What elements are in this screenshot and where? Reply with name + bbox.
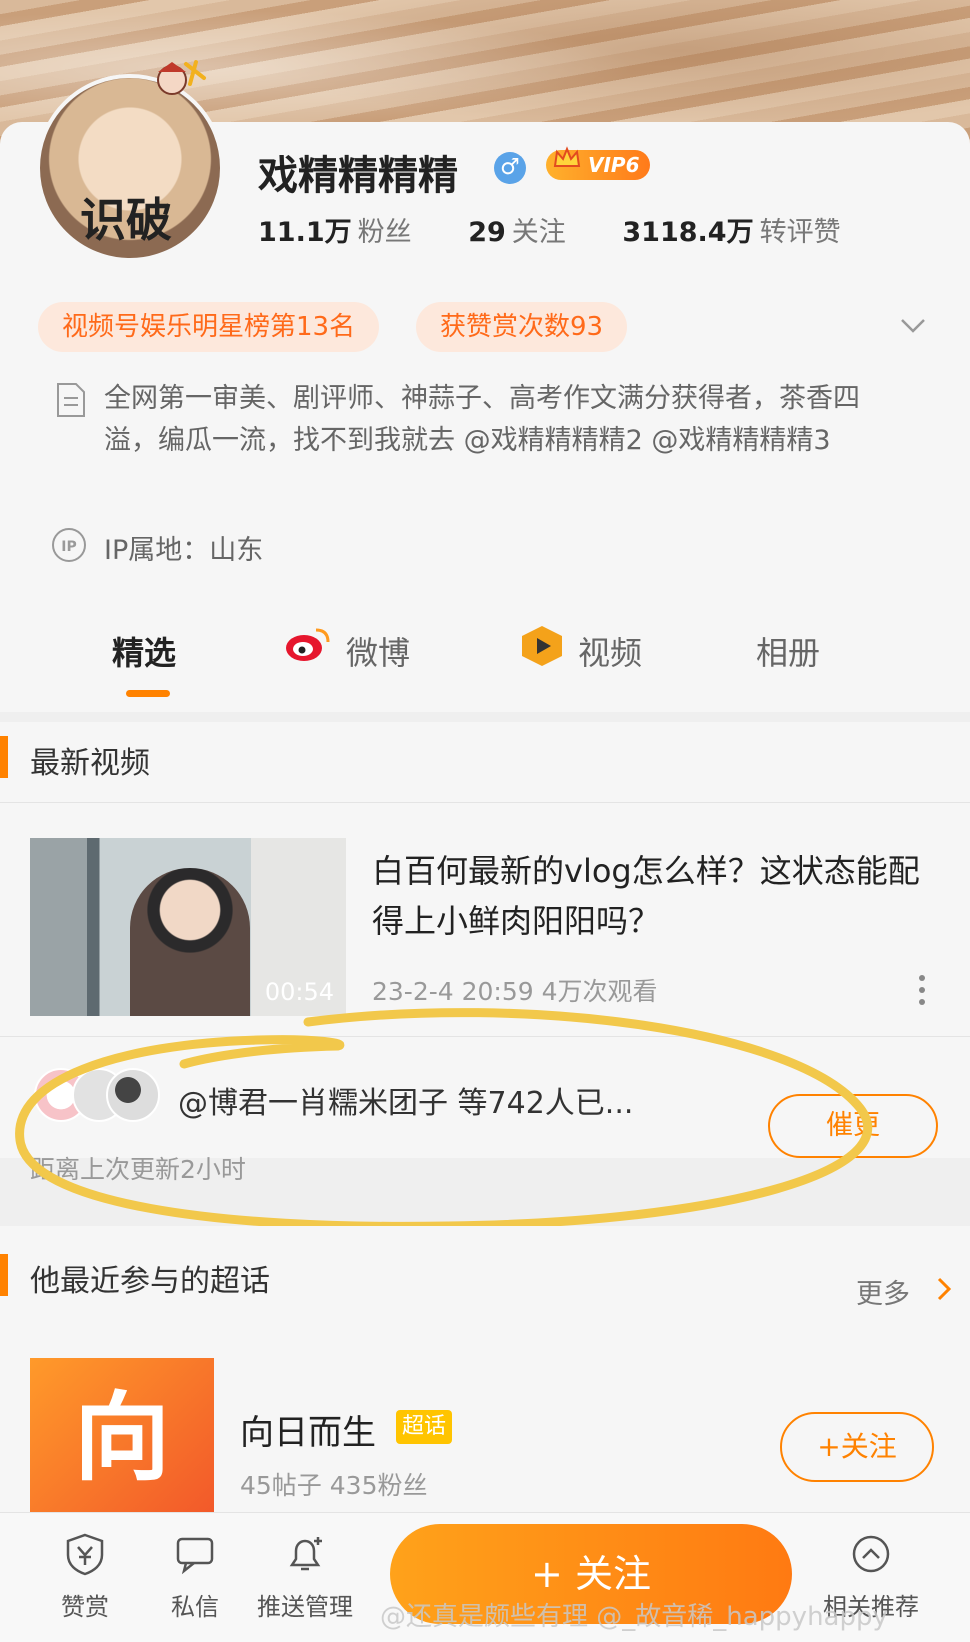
- avatar-caption: 识破: [80, 193, 172, 247]
- reward-button[interactable]: 赞赏: [30, 1531, 140, 1622]
- video-meta: 23-2-4 20:59 4万次观看: [372, 977, 658, 1006]
- stat-fans[interactable]: 11.1万 粉丝: [258, 210, 412, 249]
- section-title: 他最近参与的超话: [30, 1264, 270, 1299]
- more-options-icon[interactable]: [918, 974, 926, 1006]
- document-icon: [57, 383, 85, 417]
- stat-label: 转评赞: [759, 217, 841, 248]
- profile-bio: 全网第一审美、剧评师、神蒜子、高考作文满分获得者，茶香四溢，编瓜一流，找不到我就…: [104, 383, 860, 456]
- watermark: @还真是颇些有理 @_故音稀_happyhappy: [380, 1602, 888, 1632]
- tab-featured[interactable]: 精选: [112, 628, 176, 674]
- avatar[interactable]: 识破: [36, 74, 224, 262]
- subscriber-avatars: [34, 1068, 164, 1124]
- reward-tag[interactable]: 获赞赏次数93: [416, 302, 628, 352]
- vip-label: VIP6: [588, 153, 640, 177]
- section-accent-bar: [0, 1254, 8, 1296]
- topic-stats: 45帖子 435粉丝: [240, 1471, 428, 1500]
- profile-stats: 11.1万 粉丝 29 关注 3118.4万 转评赞: [258, 210, 889, 249]
- stat-label: 关注: [511, 217, 566, 248]
- thumbnail-person: [130, 868, 250, 1016]
- tab-weibo[interactable]: 微博: [346, 628, 410, 674]
- avatar: [106, 1068, 160, 1122]
- topic-cover[interactable]: 向: [30, 1358, 214, 1518]
- more-link[interactable]: 更多: [856, 1272, 910, 1311]
- supertopic-badge: 超话: [396, 1410, 453, 1444]
- bottom-label: 私信: [171, 1593, 219, 1621]
- bottom-label: 赞赏: [61, 1593, 109, 1621]
- chevron-right-icon[interactable]: [936, 1276, 952, 1302]
- subscriber-text[interactable]: @博君一肖糯米团子 等742人已...: [178, 1078, 633, 1122]
- profile-tabs: 精选 微博 视频 相册: [0, 620, 970, 700]
- crown-icon: [553, 146, 581, 167]
- divider: [0, 1036, 970, 1037]
- stat-interactions[interactable]: 3118.4万 转评赞: [622, 210, 840, 249]
- video-thumbnail[interactable]: 00:54: [30, 838, 346, 1016]
- yen-shield-icon: [66, 1533, 104, 1576]
- stat-following[interactable]: 29 关注: [468, 210, 566, 249]
- ranking-tag[interactable]: 视频号娱乐明星榜第13名: [38, 302, 380, 352]
- stat-value: 11.1万: [258, 217, 352, 248]
- section-accent-bar: [0, 736, 8, 778]
- chevron-down-icon[interactable]: [900, 318, 926, 334]
- tab-album[interactable]: 相册: [756, 628, 820, 674]
- message-button[interactable]: 私信: [140, 1531, 250, 1622]
- chat-icon: [176, 1537, 214, 1575]
- stat-value: 29: [468, 217, 506, 248]
- urge-update-button[interactable]: 催更: [768, 1094, 938, 1158]
- chevron-up-circle-icon: [852, 1535, 890, 1573]
- update-time: 距离上次更新2小时: [30, 1155, 246, 1184]
- video-icon: [522, 626, 562, 666]
- follow-topic-button[interactable]: +关注: [780, 1412, 934, 1482]
- active-tab-indicator: [126, 690, 170, 697]
- male-icon: ♂: [494, 152, 526, 184]
- push-settings-button[interactable]: 推送管理: [250, 1531, 360, 1622]
- stat-value: 3118.4万: [622, 217, 754, 248]
- bottom-label: 推送管理: [257, 1593, 353, 1621]
- avatar-decoration-icon: [157, 60, 206, 95]
- video-title[interactable]: 白百何最新的vlog怎么样？这状态能配得上小鲜肉阳阳吗？: [372, 846, 932, 946]
- video-duration: 00:54: [264, 978, 334, 1006]
- tab-video[interactable]: 视频: [578, 628, 642, 674]
- weibo-icon: [286, 628, 330, 661]
- ip-location: IP属地：山东: [104, 535, 264, 566]
- ip-icon: IP: [52, 528, 86, 562]
- bell-icon: [289, 1537, 322, 1571]
- vip-badge[interactable]: VIP6: [546, 146, 650, 180]
- stat-label: 粉丝: [357, 217, 412, 248]
- section-title: 最新视频: [30, 746, 150, 781]
- username: 戏精精精精: [258, 153, 458, 199]
- topic-name[interactable]: 向日而生: [240, 1405, 376, 1454]
- divider: [0, 802, 970, 803]
